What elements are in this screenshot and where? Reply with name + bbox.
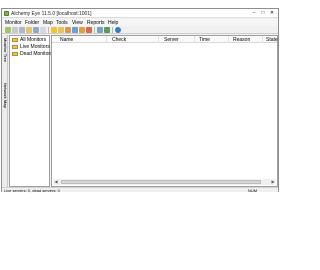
- column-server[interactable]: Server: [164, 37, 179, 43]
- column-divider[interactable]: [194, 36, 195, 43]
- scroll-right-icon[interactable]: ▶: [270, 179, 276, 185]
- folder-icon: [12, 51, 18, 56]
- folder-icon[interactable]: [58, 27, 64, 33]
- folder-icon: [12, 37, 18, 42]
- tree-item-live-monitors[interactable]: Live Monitors: [12, 44, 50, 50]
- help-icon[interactable]: [115, 27, 121, 33]
- column-time[interactable]: Time: [199, 37, 210, 43]
- connect-icon[interactable]: [5, 27, 11, 33]
- lightning-icon[interactable]: [51, 27, 57, 33]
- monitor-list: Name Check Server Time Reason State ◀ ▶: [51, 35, 278, 187]
- save-icon[interactable]: [33, 27, 39, 33]
- users-icon[interactable]: [65, 27, 71, 33]
- tab-network-map[interactable]: Network Map: [3, 83, 8, 108]
- toolbar-separator: [48, 27, 49, 33]
- column-divider[interactable]: [158, 36, 159, 43]
- scroll-left-icon[interactable]: ◀: [53, 179, 59, 185]
- scrollbar-thumb[interactable]: [61, 180, 261, 184]
- title-bar[interactable]: Alchemy Eye 11.5.0 [localhost:1001] – □ …: [2, 9, 278, 18]
- num-lock-indicator: NUM: [248, 188, 258, 193]
- toolbar-separator: [112, 27, 113, 33]
- tree-item-dead-monitors[interactable]: Dead Monitors: [12, 51, 53, 57]
- tree-item-label: Live Monitors: [20, 44, 50, 50]
- status-bar: Live servers: 0, dead servers: 0 NUM: [2, 187, 278, 193]
- minimize-button[interactable]: –: [250, 10, 258, 16]
- disconnect-icon[interactable]: [12, 27, 18, 33]
- log-icon[interactable]: [79, 27, 85, 33]
- column-state[interactable]: State: [266, 37, 278, 43]
- tree-item-all-monitors[interactable]: All Monitors: [12, 37, 46, 43]
- column-reason[interactable]: Reason: [233, 37, 250, 43]
- monitor-tree: All Monitors Live Monitors Dead Monitors: [9, 35, 53, 187]
- tab-monitor-tree[interactable]: Monitor Tree: [3, 38, 8, 62]
- status-text: Live servers: 0, dead servers: 0: [4, 188, 60, 193]
- list-header: Name Check Server Time Reason State: [52, 36, 278, 43]
- column-divider[interactable]: [228, 36, 229, 43]
- report-icon[interactable]: [86, 27, 92, 33]
- toolbar-separator: [94, 27, 95, 33]
- column-check[interactable]: Check: [112, 37, 126, 43]
- column-divider[interactable]: [262, 36, 263, 43]
- server-icon[interactable]: [19, 27, 25, 33]
- window-title: Alchemy Eye 11.5.0 [localhost:1001]: [11, 11, 92, 17]
- horizontal-scrollbar[interactable]: ◀ ▶: [53, 179, 276, 185]
- menu-bar: Monitor Folder Map Tools View Reports He…: [2, 19, 278, 26]
- open-icon[interactable]: [26, 27, 32, 33]
- toolbar: [2, 26, 278, 34]
- app-window: Alchemy Eye 11.5.0 [localhost:1001] – □ …: [1, 8, 279, 193]
- maximize-button[interactable]: □: [259, 10, 267, 16]
- settings-icon[interactable]: [97, 27, 103, 33]
- close-button[interactable]: ✕: [268, 10, 276, 16]
- column-divider[interactable]: [106, 36, 107, 43]
- tree-item-label: All Monitors: [20, 37, 47, 43]
- column-name[interactable]: Name: [60, 37, 73, 43]
- side-tabs: Monitor Tree Network Map: [2, 35, 8, 187]
- folder-icon: [12, 44, 18, 49]
- tree-item-label: Dead Monitors: [20, 51, 53, 57]
- map-icon[interactable]: [72, 27, 78, 33]
- mail-icon[interactable]: [40, 27, 46, 33]
- app-icon: [4, 11, 9, 16]
- play-icon[interactable]: [104, 27, 110, 33]
